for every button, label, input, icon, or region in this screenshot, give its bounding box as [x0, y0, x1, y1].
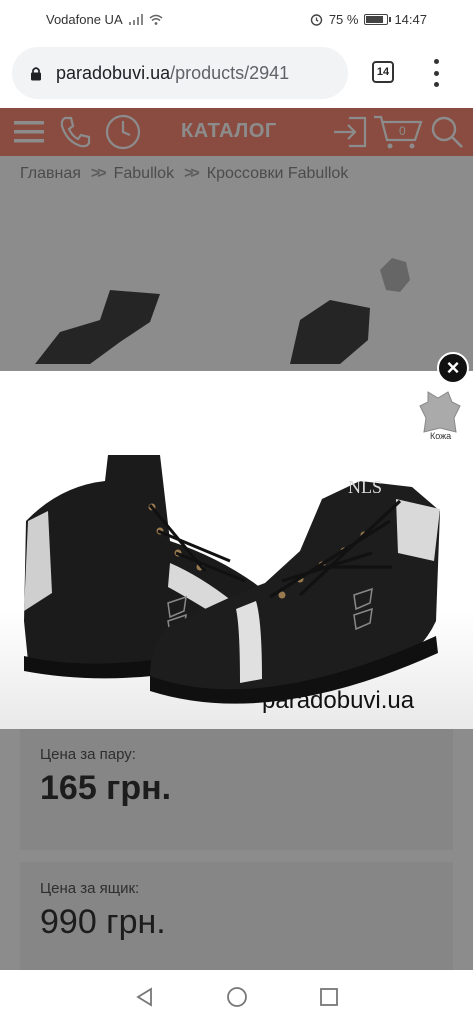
watermark-text: paradobuvi.ua — [262, 687, 415, 714]
home-icon[interactable] — [225, 985, 249, 1009]
battery-percent: 75 % — [328, 11, 359, 27]
battery-level — [366, 15, 383, 23]
lightbox-close-button[interactable]: × — [437, 352, 469, 384]
status-right: 75 % 14:47 — [310, 12, 427, 27]
alarm-icon — [310, 13, 323, 26]
signal-icon — [128, 13, 143, 25]
system-nav-bar — [0, 970, 473, 1024]
lightbox-image-panel: NLS Кожа paradobuvi.ua — [0, 371, 473, 729]
leather-icon — [419, 391, 461, 433]
url-path: /products/2941 — [170, 62, 290, 83]
browser-toolbar: paradobuvi.ua/products/2941 14 — [0, 45, 473, 101]
browser-menu-icon[interactable] — [430, 59, 442, 87]
lock-icon — [31, 66, 41, 80]
back-icon[interactable] — [133, 985, 157, 1009]
leather-label: Кожа — [430, 431, 452, 441]
battery-icon — [364, 13, 392, 25]
recents-icon[interactable] — [317, 985, 341, 1009]
address-bar[interactable]: paradobuvi.ua/products/2941 — [12, 47, 348, 99]
tab-switcher-button[interactable]: 14 — [372, 61, 394, 83]
shoe-brand-print: NLS — [348, 477, 382, 497]
url-domain: paradobuvi.ua — [56, 62, 171, 83]
web-page: КАТАЛОГ 0 Главная >> Fabullok >> Кроссов… — [0, 108, 473, 970]
phone-screen: Vodafone UA 75 % 14:47 paradobuvi.ua /pr… — [0, 0, 473, 1024]
status-left: Vodafone UA — [46, 12, 163, 27]
status-bar: Vodafone UA 75 % 14:47 — [0, 0, 473, 38]
wifi-icon — [149, 14, 163, 25]
carrier-name: Vodafone UA — [46, 11, 123, 27]
clock: 14:47 — [394, 11, 427, 27]
product-image: NLS — [0, 455, 473, 729]
